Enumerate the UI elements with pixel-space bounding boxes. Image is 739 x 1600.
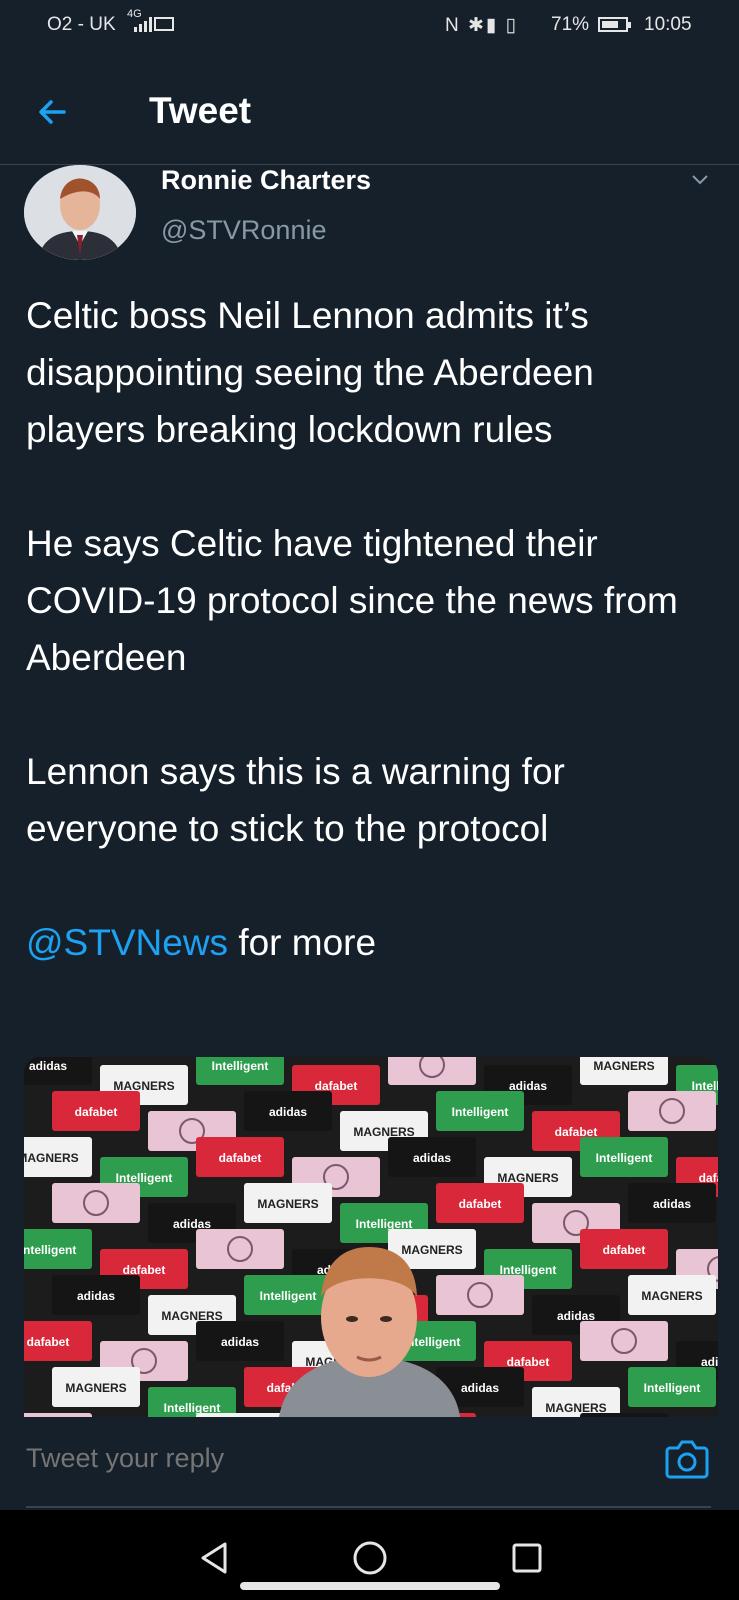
press-conference-photo: adidas MAGNERS Intelligent dafabet adidas MAG… [24,1057,718,1417]
mention-suffix: for more [228,922,377,963]
sponsor-label: MAGNERS [593,1059,654,1073]
sponsor-label: Intelligent [116,1171,173,1185]
sponsor-label: dafabet [603,1243,646,1257]
sponsor-label: adidas [701,1355,718,1369]
tweet-paragraph: Celtic boss Neil Lennon admits it’s disa… [26,295,594,450]
carrier-label: O2 - UK [47,14,116,35]
sponsor-label: Intelligent [692,1079,718,1093]
sponsor-tile [196,1229,284,1269]
author-handle[interactable]: @STVRonnie [161,215,326,246]
sponsor-label: dafabet [123,1263,166,1277]
sponsor-tile [436,1275,524,1315]
battery-icon [598,17,631,32]
sponsor-label: adidas [509,1079,547,1093]
sponsor-label: Intelligent [596,1151,653,1165]
sponsor-tile [580,1413,668,1417]
sponsor-label: dafabet [699,1171,718,1185]
reply-bar [0,1418,739,1508]
sponsor-label: adidas [221,1335,259,1349]
sponsor-label: adidas [269,1105,307,1119]
tweet-paragraph-mention: @STVNews for more [26,914,716,971]
tweet-paragraph: He says Celtic have tightened their COVI… [26,523,678,678]
home-nav-icon[interactable] [350,1538,390,1578]
battery-percent: 71% [551,14,590,35]
sponsor-label: Intelligent [24,1243,76,1257]
sponsor-label: dafabet [507,1355,550,1369]
sponsor-label: dafabet [75,1105,118,1119]
tweet-paragraph: Lennon says this is a warning for everyo… [26,751,565,849]
sponsor-label: Intelligent [644,1381,701,1395]
sponsor-label: MAGNERS [497,1171,558,1185]
sponsor-label: Intelligent [164,1401,221,1415]
back-nav-icon[interactable] [195,1538,235,1578]
sponsor-label: MAGNERS [641,1289,702,1303]
sponsor-label: adidas [173,1217,211,1231]
sponsor-label: dafabet [555,1125,598,1139]
avatar[interactable] [24,165,136,260]
sponsor-tile [196,1413,284,1417]
signal-icon [134,16,152,32]
tweet-header: Tweet [0,78,739,165]
sponsor-label: Intelligent [212,1059,269,1073]
sponsor-label: adidas [77,1289,115,1303]
sponsor-label: MAGNERS [24,1151,79,1165]
author-name[interactable]: Ronnie Charters [161,165,371,196]
sponsor-label: MAGNERS [401,1243,462,1257]
sponsor-label: Intelligent [356,1217,413,1231]
sponsor-label: MAGNERS [65,1381,126,1395]
back-arrow-icon[interactable] [34,92,78,136]
sponsor-label: dafabet [219,1151,262,1165]
sponsor-label: dafabet [315,1079,358,1093]
tweet-media-image[interactable]: adidas MAGNERS Intelligent dafabet adidas MAG… [24,1057,718,1417]
sponsor-tile [628,1091,716,1131]
sponsor-label: MAGNERS [257,1197,318,1211]
chevron-down-icon[interactable] [690,169,710,189]
sponsor-tile [52,1183,140,1223]
reply-input[interactable] [26,1418,626,1498]
sponsor-label: Intelligent [260,1289,317,1303]
tweet-text: Celtic boss Neil Lennon admits it’s disa… [26,287,716,971]
camera-icon[interactable] [664,1438,710,1480]
sponsor-label: MAGNERS [545,1401,606,1415]
sponsor-label: dafabet [459,1197,502,1211]
reply-divider [26,1506,711,1508]
sponsor-label: adidas [413,1151,451,1165]
sponsor-label: Intelligent [500,1263,557,1277]
sponsor-tile [388,1057,476,1085]
mail-icon [154,17,174,31]
sponsor-label: MAGNERS [161,1309,222,1323]
sponsor-label: MAGNERS [113,1079,174,1093]
system-icons: N ✱▮ ▯ [445,15,519,36]
sponsor-label: adidas [653,1197,691,1211]
sponsor-label: adidas [461,1381,499,1395]
sponsor-label: adidas [557,1309,595,1323]
mention-link[interactable]: @STVNews [26,922,228,963]
sponsor-label: dafabet [27,1335,70,1349]
sponsor-tile [580,1321,668,1361]
status-bar: O2 - UK 4G N ✱▮ ▯ 71% 10:05 [0,0,739,50]
sponsor-label: MAGNERS [353,1125,414,1139]
recents-nav-icon[interactable] [507,1538,547,1578]
page-title: Tweet [149,90,252,131]
android-nav-bar [0,1510,739,1600]
sponsor-label: adidas [29,1059,67,1073]
home-indicator [240,1582,500,1590]
sponsor-label: Intelligent [452,1105,509,1119]
clock: 10:05 [644,14,692,35]
sponsor-tile [24,1413,92,1417]
